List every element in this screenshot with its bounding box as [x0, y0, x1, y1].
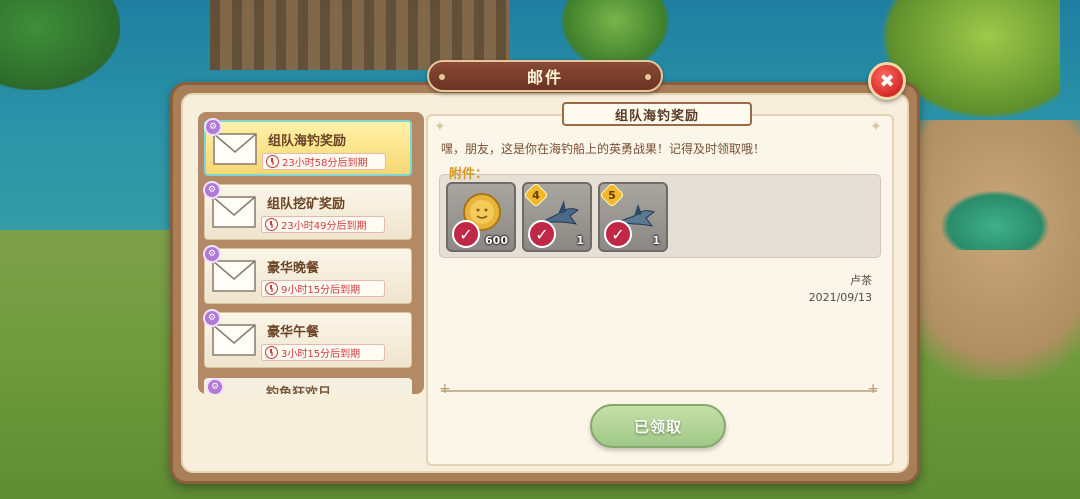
mail-item-team-mining[interactable]: ⚙ 组队挖矿奖励 23小时49分后到期 — [203, 181, 412, 240]
attachment-quantity: 1 — [576, 234, 584, 247]
gear-badge-icon: ⚙ — [203, 309, 221, 327]
expiry-timer: 23小时49分后到期 — [261, 216, 385, 233]
claim-button[interactable]: 已领取 — [590, 404, 726, 448]
gear-badge-icon: ⚙ — [203, 181, 221, 199]
corner-ornament: ✦ — [870, 119, 882, 135]
claimed-check-icon: ✓ — [528, 220, 556, 248]
attachment-quantity: 600 — [485, 234, 508, 247]
mail-title: 钓鱼狂欢日 — [266, 386, 332, 394]
mail-sender: 卢茶 — [850, 274, 872, 287]
clock-icon — [265, 218, 278, 231]
attachments-label: 附件： — [449, 167, 489, 182]
attachment-slot-swordfish[interactable]: 4 ✓ 1 — [522, 182, 592, 252]
expiry-text: 23小时58分后到期 — [282, 158, 368, 169]
expiry-timer: 9小时15分后到期 — [261, 280, 385, 297]
coral-plant — [940, 190, 1050, 250]
envelope-icon — [213, 133, 257, 165]
corner-ornament: ✦ — [434, 119, 446, 135]
close-button[interactable]: ✖ — [868, 62, 906, 100]
mail-title: 组队挖矿奖励 — [267, 197, 346, 212]
expiry-text: 3小时15分后到期 — [281, 349, 361, 360]
star-level: 5 — [608, 188, 616, 202]
clock-icon — [265, 282, 278, 295]
mail-item-fishing-day[interactable]: ⚙ 钓鱼狂欢日 — [204, 378, 412, 394]
expiry-timer: 23小时58分后到期 — [262, 153, 386, 170]
claimed-check-icon: ✓ — [452, 220, 480, 248]
mail-date: 2021/09/13 — [808, 291, 872, 304]
mail-message: 嘿，朋友，这是你在海钓船上的英勇战果！记得及时领取哦！ — [441, 142, 766, 156]
expiry-timer: 3小时15分后到期 — [261, 344, 385, 361]
mail-detail-title: 组队海钓奖励 — [562, 102, 752, 126]
palm-leaf — [0, 0, 120, 90]
clock-icon — [265, 346, 278, 359]
attachment-slot-coin[interactable]: ✓ 600 — [446, 182, 516, 252]
gear-badge-icon: ⚙ — [204, 118, 222, 136]
mail-title: 豪华午餐 — [267, 325, 320, 340]
mail-title: 组队海钓奖励 — [268, 134, 347, 149]
close-icon: ✖ — [879, 70, 895, 92]
gear-badge-icon: ⚙ — [203, 245, 221, 263]
mail-detail-title-text: 组队海钓奖励 — [614, 108, 699, 124]
star-level: 4 — [532, 188, 540, 202]
mail-item-dinner[interactable]: ⚙ 豪华晚餐 9小时15分后到期 — [203, 245, 412, 304]
envelope-icon — [212, 196, 256, 228]
window-title-banner: 邮件 — [427, 60, 663, 92]
divider — [439, 381, 879, 397]
mail-title: 豪华晚餐 — [267, 261, 320, 276]
window-title: 邮件 — [526, 68, 563, 87]
mail-list[interactable]: ⚙ 组队海钓奖励 23小时58分后到期 ⚙ 组队挖矿奖励 23小时49分后到期 … — [198, 112, 424, 394]
gear-badge-icon: ⚙ — [206, 378, 224, 394]
claim-button-label: 已领取 — [633, 417, 682, 436]
attachment-quantity: 1 — [652, 234, 660, 247]
expiry-text: 23小时49分后到期 — [281, 221, 367, 232]
envelope-icon — [212, 260, 256, 292]
clock-icon — [266, 155, 279, 168]
mail-item-team-fishing[interactable]: ⚙ 组队海钓奖励 23小时58分后到期 — [204, 118, 412, 176]
claimed-check-icon: ✓ — [604, 220, 632, 248]
mail-item-lunch[interactable]: ⚙ 豪华午餐 3小时15分后到期 — [203, 309, 412, 368]
expiry-text: 9小时15分后到期 — [281, 285, 361, 296]
envelope-icon — [212, 324, 256, 356]
attachment-slot-swordfish[interactable]: 5 ✓ 1 — [598, 182, 668, 252]
